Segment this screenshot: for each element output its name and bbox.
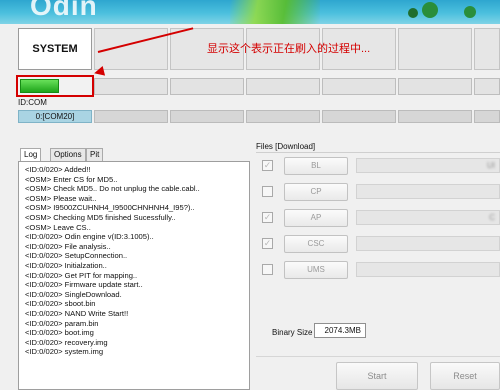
- file-row-csc: ✓ CSC: [256, 235, 500, 253]
- progress-bar: [94, 78, 168, 95]
- file-checkbox[interactable]: [262, 186, 273, 197]
- log-line: <ID:0/020> sboot.bin: [25, 299, 96, 309]
- com-port-cell: [246, 110, 320, 123]
- log-line: <OSM> Leave CS..: [25, 222, 91, 232]
- file-button-ums[interactable]: UMS: [284, 261, 348, 279]
- file-row-ap: ✓ AP C: [256, 209, 500, 227]
- file-checkbox[interactable]: ✓: [262, 212, 273, 223]
- binary-size-label: Binary Size: [272, 328, 313, 337]
- log-line: <ID:0/020> Added!!: [25, 165, 91, 174]
- files-title: Files [Download]: [256, 142, 316, 151]
- start-button[interactable]: Start: [336, 362, 418, 390]
- log-line: <OSM> Checking MD5 finished Sucessfully.…: [25, 212, 176, 222]
- port-row: 0:[COM20]: [18, 110, 500, 124]
- log-line: <ID:0/020> Firmware update start..: [25, 280, 143, 290]
- log-line: <OSM> Check MD5.. Do not unplug the cabl…: [25, 184, 200, 194]
- file-row-ums: UMS: [256, 261, 500, 279]
- progress-bar: [170, 78, 244, 95]
- id-com-label: ID:COM: [18, 98, 47, 107]
- file-checkbox[interactable]: ✓: [262, 160, 273, 171]
- file-path-field[interactable]: [356, 236, 500, 251]
- file-path-text: UI: [487, 161, 495, 170]
- log-line: <OSM> Please wait..: [25, 193, 97, 203]
- log-line: <ID:0/020> recovery.img: [25, 337, 108, 347]
- log-line: <ID:0/020> Get PIT for mapping..: [25, 270, 138, 280]
- annotation-text: 显示这个表示正在刷入的过程中...: [207, 43, 371, 55]
- progress-fill: [20, 79, 59, 93]
- log-textarea[interactable]: <ID:0/020> Added!! <OSM> Enter CS for MD5…: [18, 161, 250, 390]
- slot-active-label: SYSTEM: [18, 28, 92, 70]
- log-line: <ID:0/020> SingleDownload.: [25, 289, 122, 299]
- progress-row: [16, 75, 500, 97]
- file-row-cp: CP: [256, 183, 500, 201]
- log-line: <ID:0/020> Odin engine v(ID:3.1005)..: [25, 232, 154, 242]
- log-line: <OSM> I9500ZCUHNH4_I9500CHNHNH4_I95?)..: [25, 203, 195, 213]
- banner-decoration: [408, 8, 418, 18]
- com-port-cell: [474, 110, 500, 123]
- com-port-cell: 0:[COM20]: [18, 110, 92, 123]
- progress-bar: [246, 78, 320, 95]
- com-port-cell: [170, 110, 244, 123]
- banner-decoration: [464, 6, 476, 18]
- reset-button[interactable]: Reset: [430, 362, 500, 390]
- log-line: <ID:0/020> SetupConnection..: [25, 251, 128, 261]
- com-port-cell: [322, 110, 396, 123]
- banner-decoration: [230, 0, 320, 24]
- banner-decoration: [422, 2, 438, 18]
- tab-log[interactable]: Log: [20, 148, 42, 162]
- annotation-arrowhead: [92, 65, 106, 79]
- file-checkbox[interactable]: [262, 264, 273, 275]
- file-path-text: C: [489, 213, 495, 222]
- file-path-field[interactable]: [356, 184, 500, 199]
- file-button-bl[interactable]: BL: [284, 157, 348, 175]
- file-path-field[interactable]: C: [356, 210, 500, 225]
- log-line: <OSM> Enter CS for MD5..: [25, 174, 118, 184]
- slot-cell: [398, 28, 472, 70]
- log-line: <ID:0/020> File analysis..: [25, 241, 111, 251]
- binary-size-value: 2074.3MB: [314, 323, 366, 338]
- files-panel: ✓ BL UI CP ✓ AP C ✓ CSC UMS: [256, 152, 500, 302]
- divider: [256, 356, 500, 357]
- progress-bar: [322, 78, 396, 95]
- tab-pit[interactable]: Pit: [86, 148, 104, 161]
- file-button-cp[interactable]: CP: [284, 183, 348, 201]
- file-path-field[interactable]: [356, 262, 500, 277]
- file-path-field[interactable]: UI: [356, 158, 500, 173]
- log-line: <ID:0/020> NAND Write Start!!: [25, 308, 129, 318]
- progress-highlight-frame: [16, 75, 94, 97]
- slot-cell: [474, 28, 500, 70]
- log-line: <ID:0/020> Initialzation..: [25, 260, 107, 270]
- banner: Odin: [0, 0, 500, 24]
- file-button-csc[interactable]: CSC: [284, 235, 348, 253]
- tab-options[interactable]: Options: [50, 148, 86, 161]
- progress-bar: [474, 78, 500, 95]
- file-checkbox[interactable]: ✓: [262, 238, 273, 249]
- banner-logo: Odin: [30, 0, 98, 21]
- log-line: <ID:0/020> boot.img: [25, 328, 94, 338]
- com-port-cell: [94, 110, 168, 123]
- log-line: <ID:0/020> param.bin: [25, 318, 99, 328]
- file-row-bl: ✓ BL UI: [256, 157, 500, 175]
- progress-bar: [398, 78, 472, 95]
- file-button-ap[interactable]: AP: [284, 209, 348, 227]
- com-port-cell: [398, 110, 472, 123]
- log-line: <ID:0/020> system.img: [25, 347, 104, 357]
